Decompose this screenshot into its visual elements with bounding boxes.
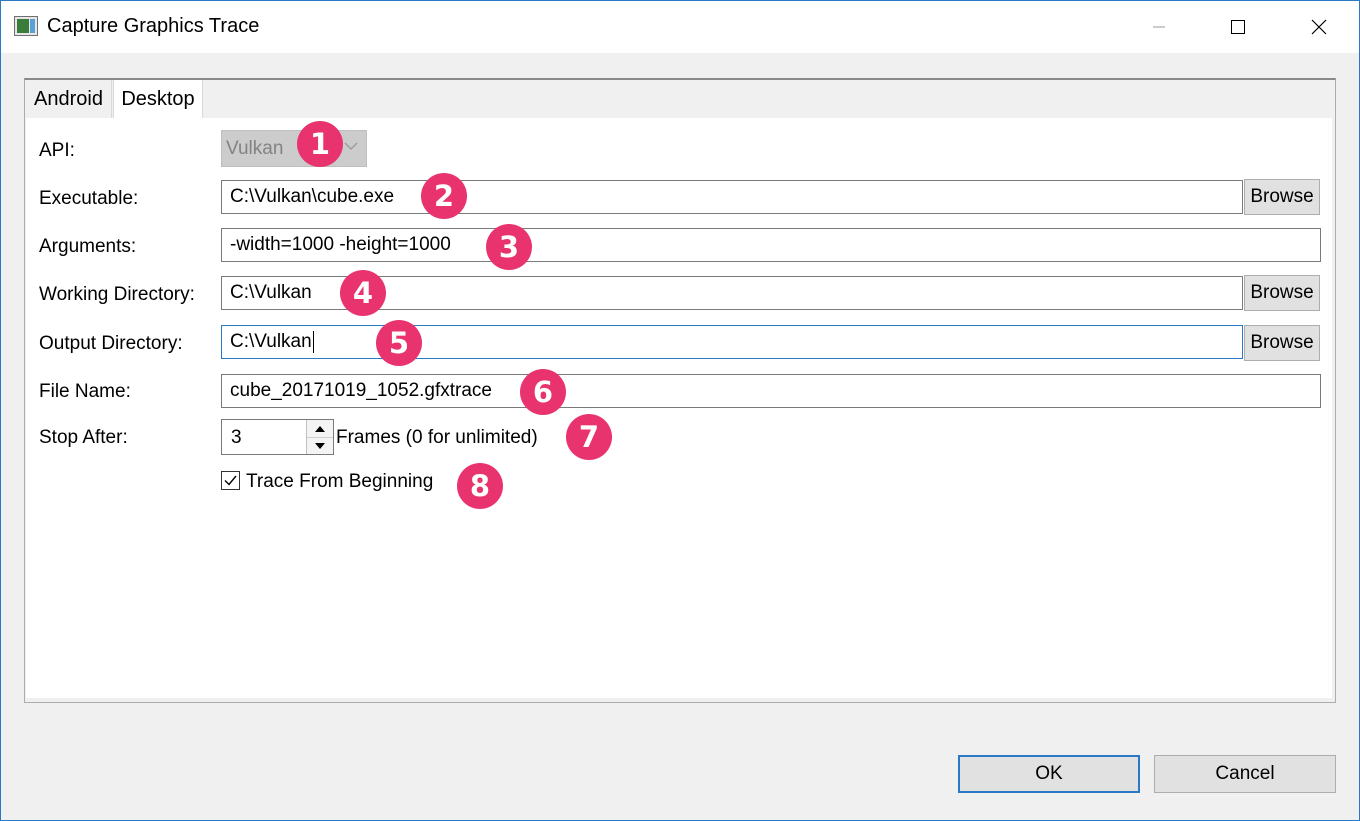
ok-button[interactable]: OK: [958, 755, 1140, 793]
arguments-label: Arguments:: [39, 236, 137, 257]
executable-browse-button[interactable]: Browse: [1244, 179, 1320, 215]
annotation-badge-8: 8: [457, 463, 503, 509]
minimize-icon: [1153, 26, 1165, 28]
arguments-value: -width=1000 -height=1000: [230, 234, 451, 255]
checkmark-icon: [224, 475, 237, 486]
executable-label: Executable:: [39, 188, 139, 209]
stop-after-suffix: Frames (0 for unlimited): [336, 427, 538, 448]
executable-value: C:\Vulkan\cube.exe: [230, 186, 395, 207]
executable-field[interactable]: C:\Vulkan\cube.exe: [221, 180, 1243, 214]
app-icon: [14, 16, 38, 36]
annotation-badge-2: 2: [421, 173, 467, 219]
minimize-button[interactable]: [1119, 1, 1199, 53]
output-directory-browse-button[interactable]: Browse: [1244, 325, 1320, 361]
spin-up-button[interactable]: [307, 420, 333, 438]
cancel-button[interactable]: Cancel: [1154, 755, 1336, 793]
spin-down-button[interactable]: [307, 437, 333, 454]
tab-android[interactable]: Android: [26, 80, 112, 118]
api-combobox[interactable]: Vulkan: [221, 130, 367, 167]
caret-down-icon: [315, 442, 325, 449]
text-caret: [312, 331, 314, 353]
file-name-field[interactable]: cube_20171019_1052.gfxtrace: [221, 374, 1321, 408]
tab-label: Desktop: [121, 87, 195, 110]
api-value: Vulkan: [226, 137, 284, 159]
arguments-field[interactable]: -width=1000 -height=1000: [221, 228, 1321, 262]
annotation-badge-1: 1: [297, 121, 343, 167]
stop-after-label: Stop After:: [39, 427, 128, 448]
annotation-badge-7: 7: [566, 414, 612, 460]
working-directory-label: Working Directory:: [39, 284, 195, 305]
annotation-badge-6: 6: [520, 369, 566, 415]
spin-arrows: [306, 420, 333, 454]
window-title: Capture Graphics Trace: [47, 15, 260, 37]
annotation-badge-4: 4: [340, 270, 386, 316]
close-button[interactable]: [1279, 1, 1359, 53]
caret-up-icon: [315, 425, 325, 432]
working-directory-browse-button[interactable]: Browse: [1244, 275, 1320, 311]
output-directory-field[interactable]: C:\Vulkan: [221, 325, 1243, 359]
output-directory-label: Output Directory:: [39, 333, 183, 354]
stop-after-spinbox[interactable]: 3: [221, 419, 334, 455]
api-label: API:: [39, 140, 75, 161]
trace-from-beginning-label: Trace From Beginning: [246, 471, 434, 492]
title-bar: Capture Graphics Trace: [1, 1, 1359, 53]
output-directory-value: C:\Vulkan: [230, 331, 312, 352]
trace-from-beginning-checkbox[interactable]: [221, 471, 240, 490]
tab-label: Android: [34, 87, 103, 110]
maximize-icon: [1231, 20, 1245, 34]
working-directory-value: C:\Vulkan: [230, 282, 312, 303]
file-name-value: cube_20171019_1052.gfxtrace: [230, 380, 493, 401]
tab-desktop[interactable]: Desktop: [113, 80, 203, 118]
file-name-label: File Name:: [39, 381, 131, 402]
maximize-button[interactable]: [1198, 1, 1278, 53]
annotation-badge-3: 3: [486, 224, 532, 270]
close-icon: [1311, 19, 1327, 35]
annotation-badge-5: 5: [376, 320, 422, 366]
chevron-down-icon: [344, 142, 358, 150]
stop-after-value: 3: [231, 427, 242, 448]
